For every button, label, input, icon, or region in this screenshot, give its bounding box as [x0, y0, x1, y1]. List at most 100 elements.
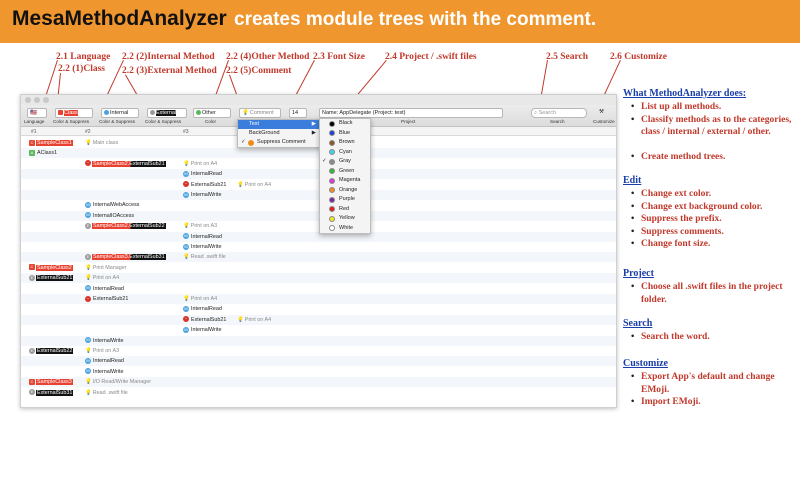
- color-option-label: Black: [339, 120, 353, 126]
- menu-item-suppress-comment[interactable]: ✓ Suppress Comment: [238, 138, 320, 147]
- table-row[interactable]: M InternalRead: [21, 284, 616, 294]
- project-popup[interactable]: Name: AppDelegate (Project: test): [319, 108, 503, 118]
- tree-node[interactable]: E ExternalSub22: [29, 347, 74, 355]
- color-option-label: White: [339, 224, 354, 231]
- zoom-window-button[interactable]: [43, 97, 49, 103]
- section-heading-1[interactable]: Edit: [623, 175, 641, 186]
- tree-node[interactable]: − ExternalSub21: [183, 316, 227, 324]
- tree-node[interactable]: M InternalWrite: [183, 191, 222, 199]
- color-option-magenta[interactable]: Magenta: [328, 176, 370, 186]
- callout-class: 2.2 (1)Class: [58, 64, 105, 74]
- class-color-value: Class: [64, 110, 78, 116]
- section-heading-2[interactable]: Project: [623, 268, 654, 279]
- minimize-window-button[interactable]: [34, 97, 40, 103]
- external-color-popup[interactable]: External: [147, 108, 187, 118]
- table-row[interactable]: M InternalWrite: [21, 335, 616, 346]
- table-row[interactable]: C SampleClass3 💡I/O Read/Write Manager: [21, 377, 616, 388]
- table-row[interactable]: M InternalWrite: [21, 367, 616, 377]
- column-header[interactable]: #1: [31, 129, 37, 135]
- color-option-gray[interactable]: ✓ Gray: [322, 157, 370, 167]
- table-row[interactable]: E ExternalSub22 💡Print on A3: [21, 346, 616, 356]
- tree-node[interactable]: M InternalWebAccess: [85, 201, 140, 209]
- tree-node[interactable]: M InternalIOAccess: [85, 212, 135, 220]
- color-option-label: Green: [339, 167, 355, 174]
- tree-node[interactable]: M InternalRead: [183, 170, 223, 178]
- section-heading-0[interactable]: What MethodAnalyzer does:: [623, 88, 746, 99]
- tree-node-label: SampleClass2.ExternalSub22: [92, 223, 166, 230]
- table-row[interactable]: E ExternalSub31 💡Read .swift file: [21, 388, 616, 398]
- tree-node[interactable]: M InternalRead: [183, 305, 223, 313]
- tree-node[interactable]: E ExternalSub21: [29, 274, 74, 282]
- tree-node[interactable]: M InternalWrite: [183, 326, 222, 334]
- table-row[interactable]: M InternalRead: [21, 304, 616, 314]
- tree-node[interactable]: M InternalWrite: [183, 243, 222, 251]
- tree-node-label: SampleClass2: [36, 264, 73, 271]
- table-row[interactable]: − ExternalSub21 💡Print on A4: [21, 314, 616, 325]
- color-option-yellow[interactable]: Yellow: [328, 214, 370, 224]
- tree-node-label: InternalIOAccess: [93, 212, 135, 219]
- banner: MesaMethodAnalyzer creates module trees …: [0, 0, 800, 43]
- tree-node[interactable]: − ExternalSub21: [183, 181, 227, 189]
- table-row[interactable]: E SampleClass3.ExternalSub31 💡Read .swift …: [21, 252, 616, 263]
- section-heading-4[interactable]: Customize: [623, 358, 668, 369]
- table-row[interactable]: M InternalWrite: [21, 242, 616, 252]
- color-option-black[interactable]: Black: [328, 119, 370, 129]
- customize-button[interactable]: ⚒: [597, 108, 611, 118]
- class-color-popup[interactable]: Class: [55, 108, 93, 118]
- comment-text: Print on A4: [244, 181, 272, 188]
- tree-node[interactable]: E ExternalSub31: [29, 389, 74, 397]
- tree-node[interactable]: − SampleClass2.ExternalSub21: [85, 160, 166, 168]
- color-option-green[interactable]: Green: [328, 167, 370, 177]
- color-option-cyan[interactable]: Cyan: [328, 148, 370, 158]
- section-heading-3[interactable]: Search: [623, 318, 652, 329]
- color-option-red[interactable]: Red: [328, 205, 370, 215]
- tree-node-label: ExternalSub21: [36, 275, 74, 282]
- column-header[interactable]: #3: [183, 129, 189, 135]
- lightbulb-icon: 💡: [242, 110, 249, 116]
- menu-item-text[interactable]: Text ▶: [238, 120, 320, 129]
- comment-color-value: Comment: [249, 110, 274, 116]
- menu-item-background[interactable]: BackGround ▶: [238, 129, 320, 138]
- column-header[interactable]: #2: [85, 129, 91, 135]
- lightbulb-icon: 💡: [183, 223, 190, 230]
- tree-node[interactable]: A AClass1: [29, 149, 58, 157]
- table-row[interactable]: E ExternalSub21 💡Print on A4: [21, 273, 616, 284]
- comment-color-popup[interactable]: 💡Comment: [239, 108, 281, 118]
- tree-node[interactable]: M InternalWrite: [85, 368, 124, 376]
- color-option-purple[interactable]: Purple: [328, 195, 370, 205]
- class-icon: C: [29, 264, 35, 271]
- internal-color-value: Internal: [110, 110, 129, 116]
- search-field[interactable]: ⌕ Search: [531, 108, 587, 118]
- other-color-popup[interactable]: Other: [193, 108, 231, 118]
- internal-method-icon: M: [85, 368, 91, 375]
- tree-node-label: InternalWrite: [191, 244, 222, 250]
- color-option-white[interactable]: White: [328, 224, 370, 234]
- table-row[interactable]: − ExternalSub21 💡Print on A4: [21, 294, 616, 304]
- tree-node[interactable]: M InternalRead: [183, 233, 223, 241]
- internal-color-popup[interactable]: Internal: [101, 108, 139, 118]
- font-size-popup[interactable]: 14: [289, 108, 307, 118]
- table-row[interactable]: M InternalRead: [21, 356, 616, 367]
- comment-text: Print on A4: [92, 275, 120, 282]
- color-option-orange[interactable]: Orange: [328, 186, 370, 196]
- feature-bullet: Change ext color.: [631, 188, 799, 201]
- language-popup[interactable]: 🇺🇸: [27, 108, 47, 118]
- tree-node[interactable]: M InternalRead: [85, 357, 125, 365]
- tree-node[interactable]: M InternalRead: [85, 285, 125, 293]
- tree-node[interactable]: M InternalWrite: [85, 337, 124, 345]
- tree-node[interactable]: E SampleClass2.ExternalSub22: [85, 222, 166, 230]
- minus-icon: −: [183, 181, 189, 188]
- flag-icon: 🇺🇸: [30, 110, 37, 116]
- close-window-button[interactable]: [25, 97, 31, 103]
- tree-node[interactable]: C SampleClass1: [29, 139, 73, 147]
- color-option-blue[interactable]: Blue: [328, 129, 370, 139]
- callout-language: 2.1 Language: [56, 52, 111, 62]
- tree-node[interactable]: C SampleClass3: [29, 378, 73, 386]
- tree-node[interactable]: C SampleClass2: [29, 264, 73, 272]
- color-option-brown[interactable]: Brown: [328, 138, 370, 148]
- table-row[interactable]: M InternalWrite: [21, 325, 616, 335]
- method-comment: 💡Print on A4: [183, 160, 217, 168]
- tree-node[interactable]: − ExternalSub21: [85, 295, 129, 303]
- table-row[interactable]: C SampleClass2 💡Print Manager: [21, 263, 616, 273]
- tree-node[interactable]: E SampleClass3.ExternalSub31: [85, 253, 166, 261]
